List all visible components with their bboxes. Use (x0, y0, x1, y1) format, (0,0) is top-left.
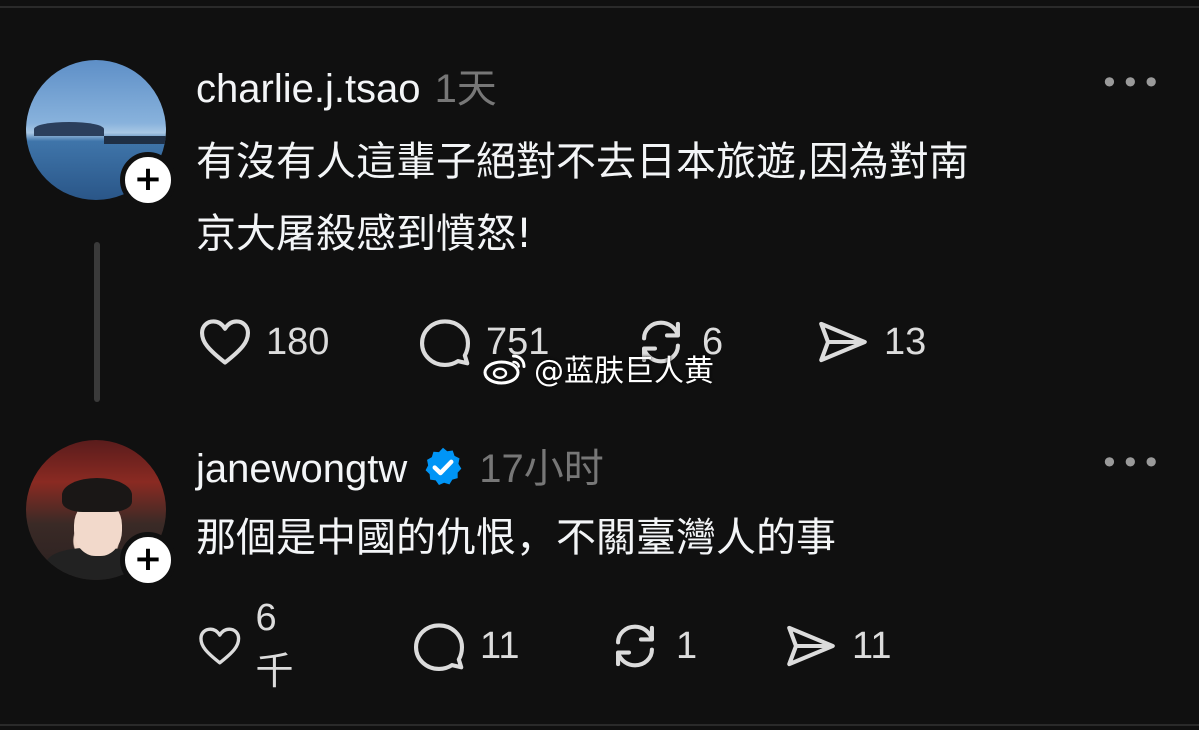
like-button[interactable]: 6千 (196, 597, 304, 693)
post-text-line: 京大屠殺感到憤怒! (196, 211, 533, 257)
avatar-hat (62, 478, 132, 512)
watermark: @蓝肤巨人黄 (482, 348, 714, 389)
thread-connector-line (94, 242, 100, 402)
repost-count: 1 (676, 624, 698, 667)
post-header: charlie.j.tsao 1天 (196, 56, 497, 114)
post-text: 有沒有人這輩子絕對不去日本旅遊,因為對南 京大屠殺感到憤怒! (196, 126, 1136, 270)
username[interactable]: charlie.j.tsao (196, 67, 421, 111)
share-button[interactable]: 11 (782, 618, 891, 674)
watermark-text: @蓝肤巨人黄 (534, 354, 714, 389)
post-text: 那個是中國的仇恨，不關臺灣人的事 (196, 506, 1136, 570)
reply-count: 11 (480, 624, 520, 667)
reply-button[interactable]: 11 (410, 618, 519, 674)
share-icon (819, 321, 867, 363)
thread-post: + janewongtw 17小时 ••• 那個是中國的仇恨，不關臺灣人的事 6千… (0, 436, 1199, 706)
heart-icon (199, 319, 251, 365)
follow-button[interactable]: + (120, 532, 176, 588)
repost-icon (616, 624, 654, 668)
username[interactable]: janewongtw (196, 447, 407, 491)
top-divider (0, 6, 1199, 8)
follow-button[interactable]: + (120, 152, 176, 208)
post-header: janewongtw 17小时 (196, 436, 604, 494)
weibo-logo-icon (483, 354, 526, 385)
verified-badge-icon (425, 448, 462, 486)
like-button[interactable]: 180 (196, 314, 329, 370)
post-text-line: 有沒有人這輩子絕對不去日本旅遊,因為對南 (196, 139, 969, 185)
more-icon[interactable]: ••• (1100, 447, 1163, 479)
post-time: 17小时 (479, 447, 604, 491)
share-count: 11 (852, 624, 892, 667)
comment-icon (419, 319, 471, 368)
heart-icon (199, 627, 241, 665)
avatar-mountain (34, 122, 104, 136)
comment-icon (413, 623, 465, 672)
more-icon[interactable]: ••• (1100, 67, 1163, 99)
like-count: 180 (266, 320, 330, 363)
post-time: 1天 (434, 67, 497, 111)
like-count: 6千 (255, 597, 294, 693)
avatar-pier (104, 136, 166, 144)
share-count: 13 (884, 320, 927, 363)
repost-button[interactable]: 1 (606, 618, 697, 674)
bottom-divider (0, 724, 1199, 726)
share-button[interactable]: 13 (814, 314, 926, 370)
post-text-line: 那個是中國的仇恨，不關臺灣人的事 (196, 515, 836, 561)
share-icon (787, 625, 835, 667)
